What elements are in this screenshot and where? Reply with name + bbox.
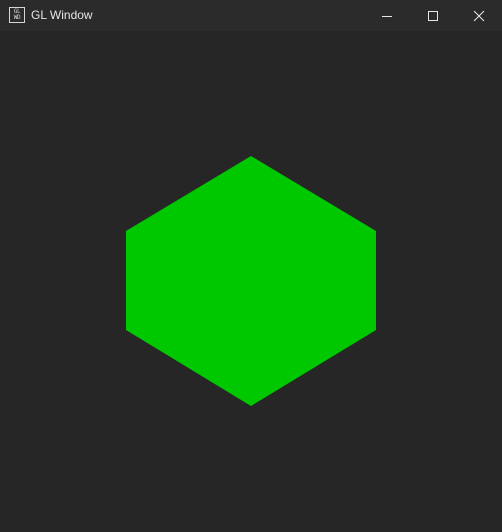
maximize-button[interactable] [410, 0, 456, 31]
gl-canvas [0, 31, 502, 532]
gl-viewport[interactable] [0, 31, 502, 532]
app-icon-text-bottom: WD [13, 14, 21, 21]
app-icon: GL WD [9, 7, 25, 23]
close-button[interactable] [456, 0, 502, 31]
minimize-icon [382, 15, 392, 17]
maximize-icon [428, 10, 438, 21]
title-bar[interactable]: GL WD GL Window [0, 0, 502, 31]
window-title: GL Window [31, 8, 93, 22]
close-icon [473, 10, 485, 21]
gl-window: GL WD GL Window [0, 0, 502, 532]
minimize-button[interactable] [364, 0, 410, 31]
